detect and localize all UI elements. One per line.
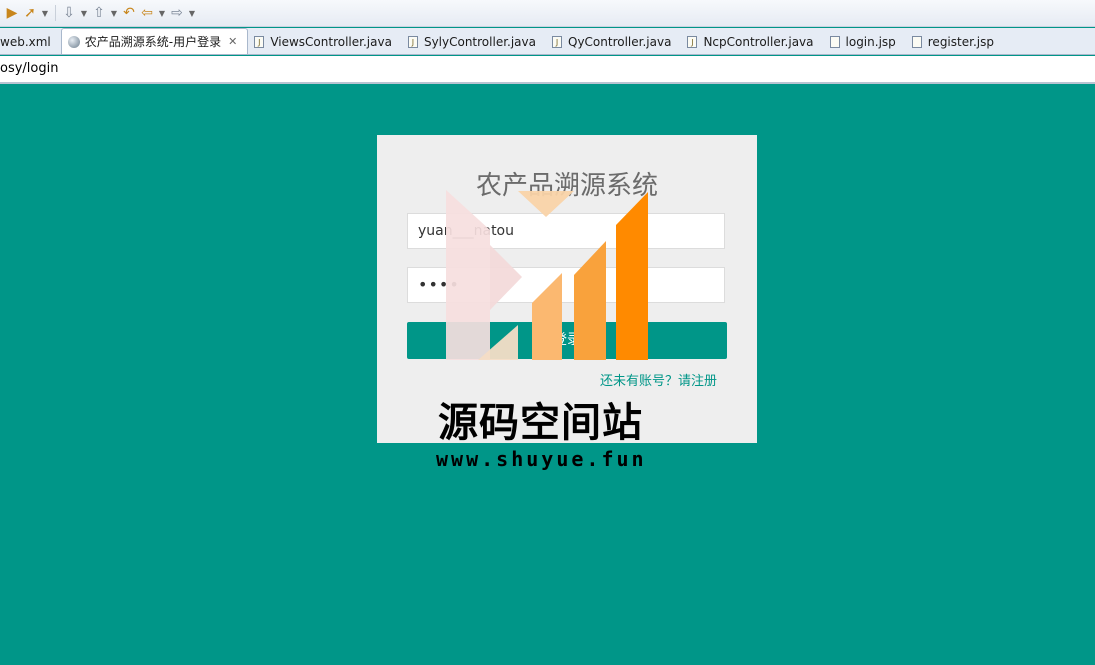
address-bar[interactable]: osy/login <box>0 56 1095 84</box>
password-input[interactable]: •••• <box>407 267 725 303</box>
tab-label: QyController.java <box>568 35 672 49</box>
java-file-icon: J <box>254 36 265 48</box>
tab-login-jsp[interactable]: login.jsp <box>824 30 906 54</box>
watermark-text: 源码空间站 <box>438 400 643 446</box>
deploy-dropdown-icon[interactable]: ▼ <box>40 9 50 18</box>
java-file-icon: J <box>407 36 418 48</box>
eclipse-toolbar: ▶ ➚ ▼ ⇩ ▼ ⇧ ▼ ↶ ⇦ ▼ ⇨ ▼ <box>0 0 1095 27</box>
forward-icon[interactable]: ⇨ <box>169 5 185 21</box>
tab-login-page[interactable]: 农产品溯源系统-用户登录 ✕ <box>60 28 249 54</box>
previous-annotation-icon[interactable]: ⇧ <box>91 5 107 21</box>
back-icon[interactable]: ⇦ <box>139 5 155 21</box>
page-title: 农产品溯源系统 <box>475 171 658 201</box>
file-icon <box>829 36 840 48</box>
tab-web-xml[interactable]: web.xml <box>0 30 61 54</box>
toolbar-separator <box>55 5 56 21</box>
tab-label: login.jsp <box>845 35 896 49</box>
tab-label: web.xml <box>0 35 51 49</box>
register-link[interactable]: 还未有账号？请注册 <box>600 370 717 389</box>
run-icon[interactable]: ▶ <box>4 5 20 21</box>
close-icon[interactable]: ✕ <box>228 35 237 48</box>
forward-dropdown-icon[interactable]: ▼ <box>187 9 197 18</box>
last-edit-icon[interactable]: ↶ <box>121 5 137 21</box>
address-text: osy/login <box>0 61 59 76</box>
tab-label: register.jsp <box>927 35 994 49</box>
tab-label: 农产品溯源系统-用户登录 <box>84 35 222 49</box>
back-dropdown-icon[interactable]: ▼ <box>157 9 167 18</box>
java-file-icon: J <box>552 36 562 48</box>
tab-label: SylyController.java <box>423 35 536 49</box>
deploy-icon[interactable]: ➚ <box>22 5 38 21</box>
tab-label: NcpController.java <box>703 35 814 49</box>
previous-annotation-dropdown-icon[interactable]: ▼ <box>109 9 119 18</box>
tab-register-jsp[interactable]: register.jsp <box>906 30 1004 54</box>
tab-label: ViewsController.java <box>270 35 392 49</box>
tab-views-controller[interactable]: J ViewsController.java <box>248 30 402 54</box>
username-input[interactable]: yuan___natou <box>407 213 725 249</box>
tab-ncp-controller[interactable]: J NcpController.java <box>681 30 823 54</box>
next-annotation-icon[interactable]: ⇩ <box>61 5 77 21</box>
next-annotation-dropdown-icon[interactable]: ▼ <box>79 9 89 18</box>
java-file-icon: J <box>687 36 698 48</box>
file-icon <box>911 36 922 48</box>
editor-tab-bar: web.xml 农产品溯源系统-用户登录 ✕ J ViewsController… <box>0 28 1095 55</box>
watermark-url: www.shuyue.fun <box>436 447 647 471</box>
login-button[interactable]: 登录 <box>407 322 727 359</box>
globe-icon <box>67 35 80 48</box>
tab-syly-controller[interactable]: J SylyController.java <box>402 30 546 54</box>
tab-qy-controller[interactable]: J QyController.java <box>546 30 681 54</box>
